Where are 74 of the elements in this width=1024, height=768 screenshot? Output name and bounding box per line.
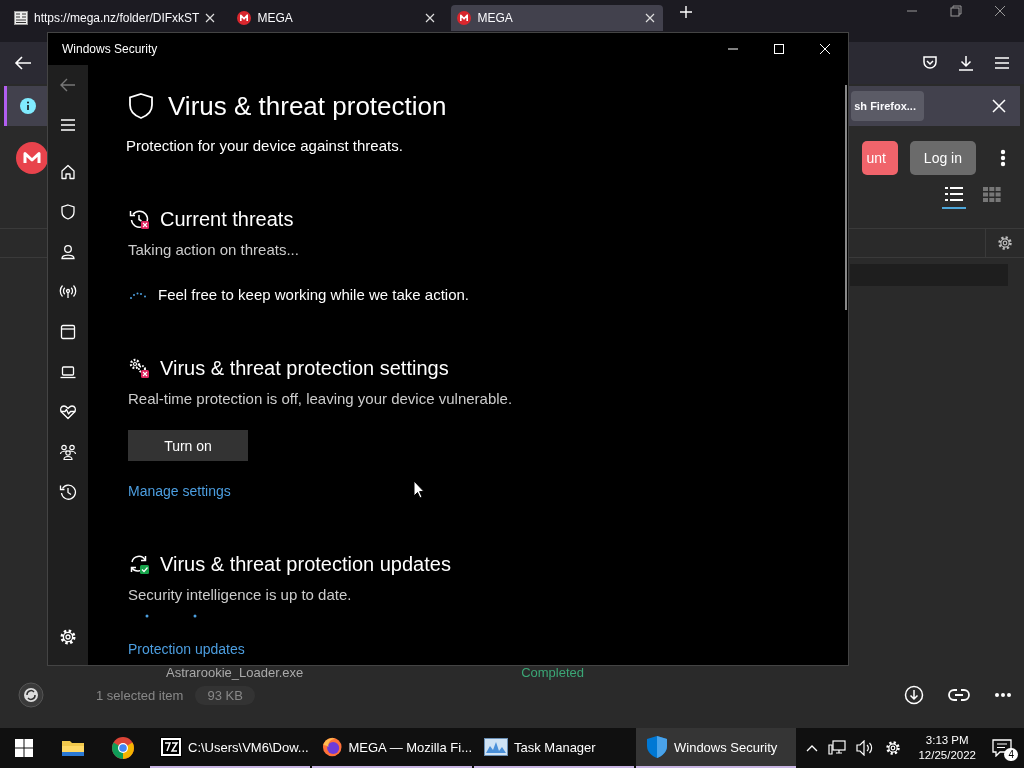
plus-icon[interactable] (679, 5, 694, 19)
download-icon[interactable] (958, 55, 974, 71)
taskbar-app[interactable]: C:\Users\VM6\Dow... (150, 728, 310, 768)
gears-warning-icon (128, 357, 150, 379)
back-arrow-icon[interactable] (14, 55, 32, 71)
more-vertical-icon[interactable] (1000, 149, 1006, 167)
pocket-icon[interactable] (922, 55, 938, 71)
clock[interactable]: 3:13 PM 12/25/2022 (918, 733, 976, 763)
home-icon[interactable] (58, 162, 78, 182)
volume-icon[interactable] (856, 740, 875, 756)
scrollbar-thumb[interactable] (845, 85, 847, 310)
login-button[interactable]: Log in (909, 141, 976, 175)
info-icon (20, 98, 36, 114)
turn-on-button[interactable]: Turn on (128, 430, 248, 461)
taskbar-app[interactable]: MEGA — Mozilla Fi... (312, 728, 472, 768)
pointer-icon (413, 480, 425, 499)
selection-size: 93 KB (195, 685, 255, 705)
page-icon (14, 11, 28, 25)
window-title: Windows Security (62, 42, 158, 56)
start-icon[interactable] (15, 739, 33, 757)
heart-pulse-icon[interactable] (58, 402, 78, 422)
network-icon[interactable] (828, 740, 847, 756)
settings-icon[interactable] (58, 627, 78, 647)
browser-ball-icon[interactable] (111, 736, 135, 760)
folder-icon[interactable] (61, 738, 85, 758)
grid-icon (982, 185, 1002, 203)
manage-settings-link[interactable]: Manage settings (128, 481, 231, 501)
browser-tab[interactable]: https://mega.nz/folder/DIFxkST (8, 5, 224, 31)
link-icon[interactable] (948, 688, 970, 702)
chart-window-icon[interactable] (484, 738, 508, 756)
taskbar-app[interactable]: Task Manager (474, 728, 634, 768)
history-warning-icon (128, 208, 150, 230)
close-icon[interactable] (994, 5, 1006, 17)
logo-icon[interactable] (16, 142, 48, 174)
protection-updates-link[interactable]: Protection updates (128, 639, 245, 659)
chevron-up-icon[interactable] (806, 744, 819, 752)
list-icon (944, 185, 964, 203)
section-title: Virus & threat protection settings (160, 356, 449, 380)
status-note: Feel free to keep working while we take action. (158, 285, 469, 305)
restore-icon[interactable] (950, 5, 962, 17)
window-icon[interactable] (58, 322, 78, 342)
section-status: Real-time protection is off, leaving your device vulnerable. (128, 389, 514, 409)
people-icon[interactable] (58, 442, 78, 462)
menu-icon[interactable] (994, 55, 1010, 71)
more-horizontal-icon[interactable] (994, 692, 1012, 698)
browser-tab[interactable]: MEGA (231, 5, 444, 31)
refresh-check-icon (128, 553, 150, 575)
fox-globe-icon[interactable] (322, 736, 343, 758)
sync-icon[interactable] (18, 682, 44, 708)
section-title: Virus & threat protection updates (160, 552, 451, 576)
notification-count: 4 (1004, 748, 1018, 761)
logo-icon (457, 11, 472, 25)
settings-icon[interactable] (884, 739, 903, 757)
spinner-icon (128, 290, 148, 300)
notification-icon[interactable] (992, 739, 1012, 757)
section-title: Current threats (160, 207, 294, 231)
page-subtitle: Protection for your device against threats. (126, 136, 404, 156)
download-icon[interactable] (904, 685, 924, 705)
settings-icon[interactable] (996, 234, 1014, 252)
history-icon[interactable] (58, 482, 78, 502)
section-status: Security intelligence is up to date. (128, 585, 353, 605)
selection-count: 1 selected item (96, 687, 184, 703)
logo-icon (237, 11, 252, 25)
taskbar-app[interactable]: Windows Security (636, 728, 796, 768)
browser-tab[interactable]: MEGA (451, 5, 664, 31)
section-status: Taking action on threats... (128, 240, 300, 260)
page-title: Virus & threat protection (168, 90, 447, 122)
shield-icon[interactable] (58, 202, 78, 222)
shield-icon (128, 92, 154, 120)
person-icon[interactable] (58, 242, 78, 262)
notification-button[interactable]: sh Firefox... (851, 91, 924, 121)
file-name: Astrarookie_Loader.exe (166, 665, 304, 680)
transfer-status: Completed (521, 665, 584, 680)
archive-app-icon[interactable] (160, 737, 182, 757)
